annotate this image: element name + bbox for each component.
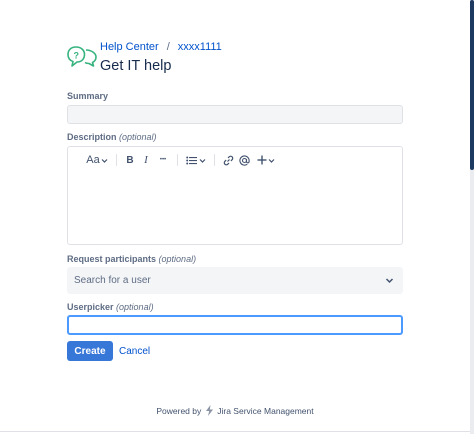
userpicker-label: Userpicker (optional) xyxy=(67,302,154,312)
participants-select[interactable]: Search for a user xyxy=(67,267,403,294)
chevron-down-icon xyxy=(101,158,108,163)
scrollbar-thumb[interactable] xyxy=(470,0,474,170)
bullet-list-button[interactable] xyxy=(185,153,207,167)
footer: Powered by Jira Service Management xyxy=(0,405,470,416)
chevron-down-icon xyxy=(268,158,275,163)
description-label-text: Description xyxy=(67,132,117,142)
userpicker-label-text: Userpicker xyxy=(67,302,114,312)
more-formatting-button[interactable]: ••• xyxy=(156,153,170,167)
description-optional-text: (optional) xyxy=(119,132,157,142)
participants-placeholder: Search for a user xyxy=(74,275,151,286)
chevron-down-icon xyxy=(385,278,394,284)
summary-input[interactable] xyxy=(67,105,403,124)
powered-by-text: Powered by xyxy=(156,405,202,416)
page-title: Get IT help xyxy=(100,58,172,74)
toolbar-divider xyxy=(177,154,178,166)
summary-label-text: Summary xyxy=(67,91,109,101)
italic-button[interactable]: I xyxy=(140,153,152,167)
bullet-list-icon xyxy=(186,156,197,164)
help-center-logo-icon: ? xyxy=(67,46,97,67)
product-name-text: Jira Service Management xyxy=(217,405,314,416)
mention-icon xyxy=(238,154,250,166)
text-style-label: Aa xyxy=(86,154,100,166)
plus-icon xyxy=(257,155,267,165)
page-scrollbar[interactable] xyxy=(470,0,474,434)
summary-label: Summary xyxy=(67,91,108,101)
chevron-down-icon xyxy=(199,158,206,163)
portal-header: ? Help Center / xxxx1111 Get IT help xyxy=(67,40,222,74)
more-formatting-label: ••• xyxy=(159,157,167,163)
portal-page: ? Help Center / xxxx1111 Get IT help Sum… xyxy=(0,0,471,432)
insert-more-button[interactable] xyxy=(256,153,276,167)
bold-label: B xyxy=(126,154,134,166)
userpicker-input[interactable] xyxy=(67,315,403,335)
italic-label: I xyxy=(144,154,148,166)
description-label: Description (optional) xyxy=(67,132,157,142)
insert-link-button[interactable] xyxy=(222,153,234,167)
bold-button[interactable]: B xyxy=(124,153,136,167)
link-icon xyxy=(223,155,233,165)
text-style-button[interactable]: Aa xyxy=(85,153,109,167)
participants-optional-text: (optional) xyxy=(158,254,197,264)
breadcrumb-project-link[interactable]: xxxx1111 xyxy=(178,41,222,54)
create-button[interactable]: Create xyxy=(67,341,113,361)
toolbar-divider xyxy=(116,154,117,166)
participants-label-text: Request participants xyxy=(67,254,157,264)
breadcrumb: Help Center / xxxx1111 xyxy=(100,41,222,54)
breadcrumb-help-center-link[interactable]: Help Center xyxy=(100,41,159,54)
userpicker-optional-text: (optional) xyxy=(116,302,154,312)
toolbar-divider xyxy=(214,154,215,166)
mention-button[interactable] xyxy=(238,153,250,167)
jira-service-management-logo-icon xyxy=(206,405,214,416)
description-editor[interactable]: Aa B I ••• xyxy=(67,146,403,245)
cancel-link[interactable]: Cancel xyxy=(119,346,150,357)
participants-label: Request participants (optional) xyxy=(67,254,196,264)
svg-text:?: ? xyxy=(73,51,79,61)
editor-toolbar: Aa B I ••• xyxy=(68,147,402,173)
breadcrumb-separator: / xyxy=(166,41,170,53)
